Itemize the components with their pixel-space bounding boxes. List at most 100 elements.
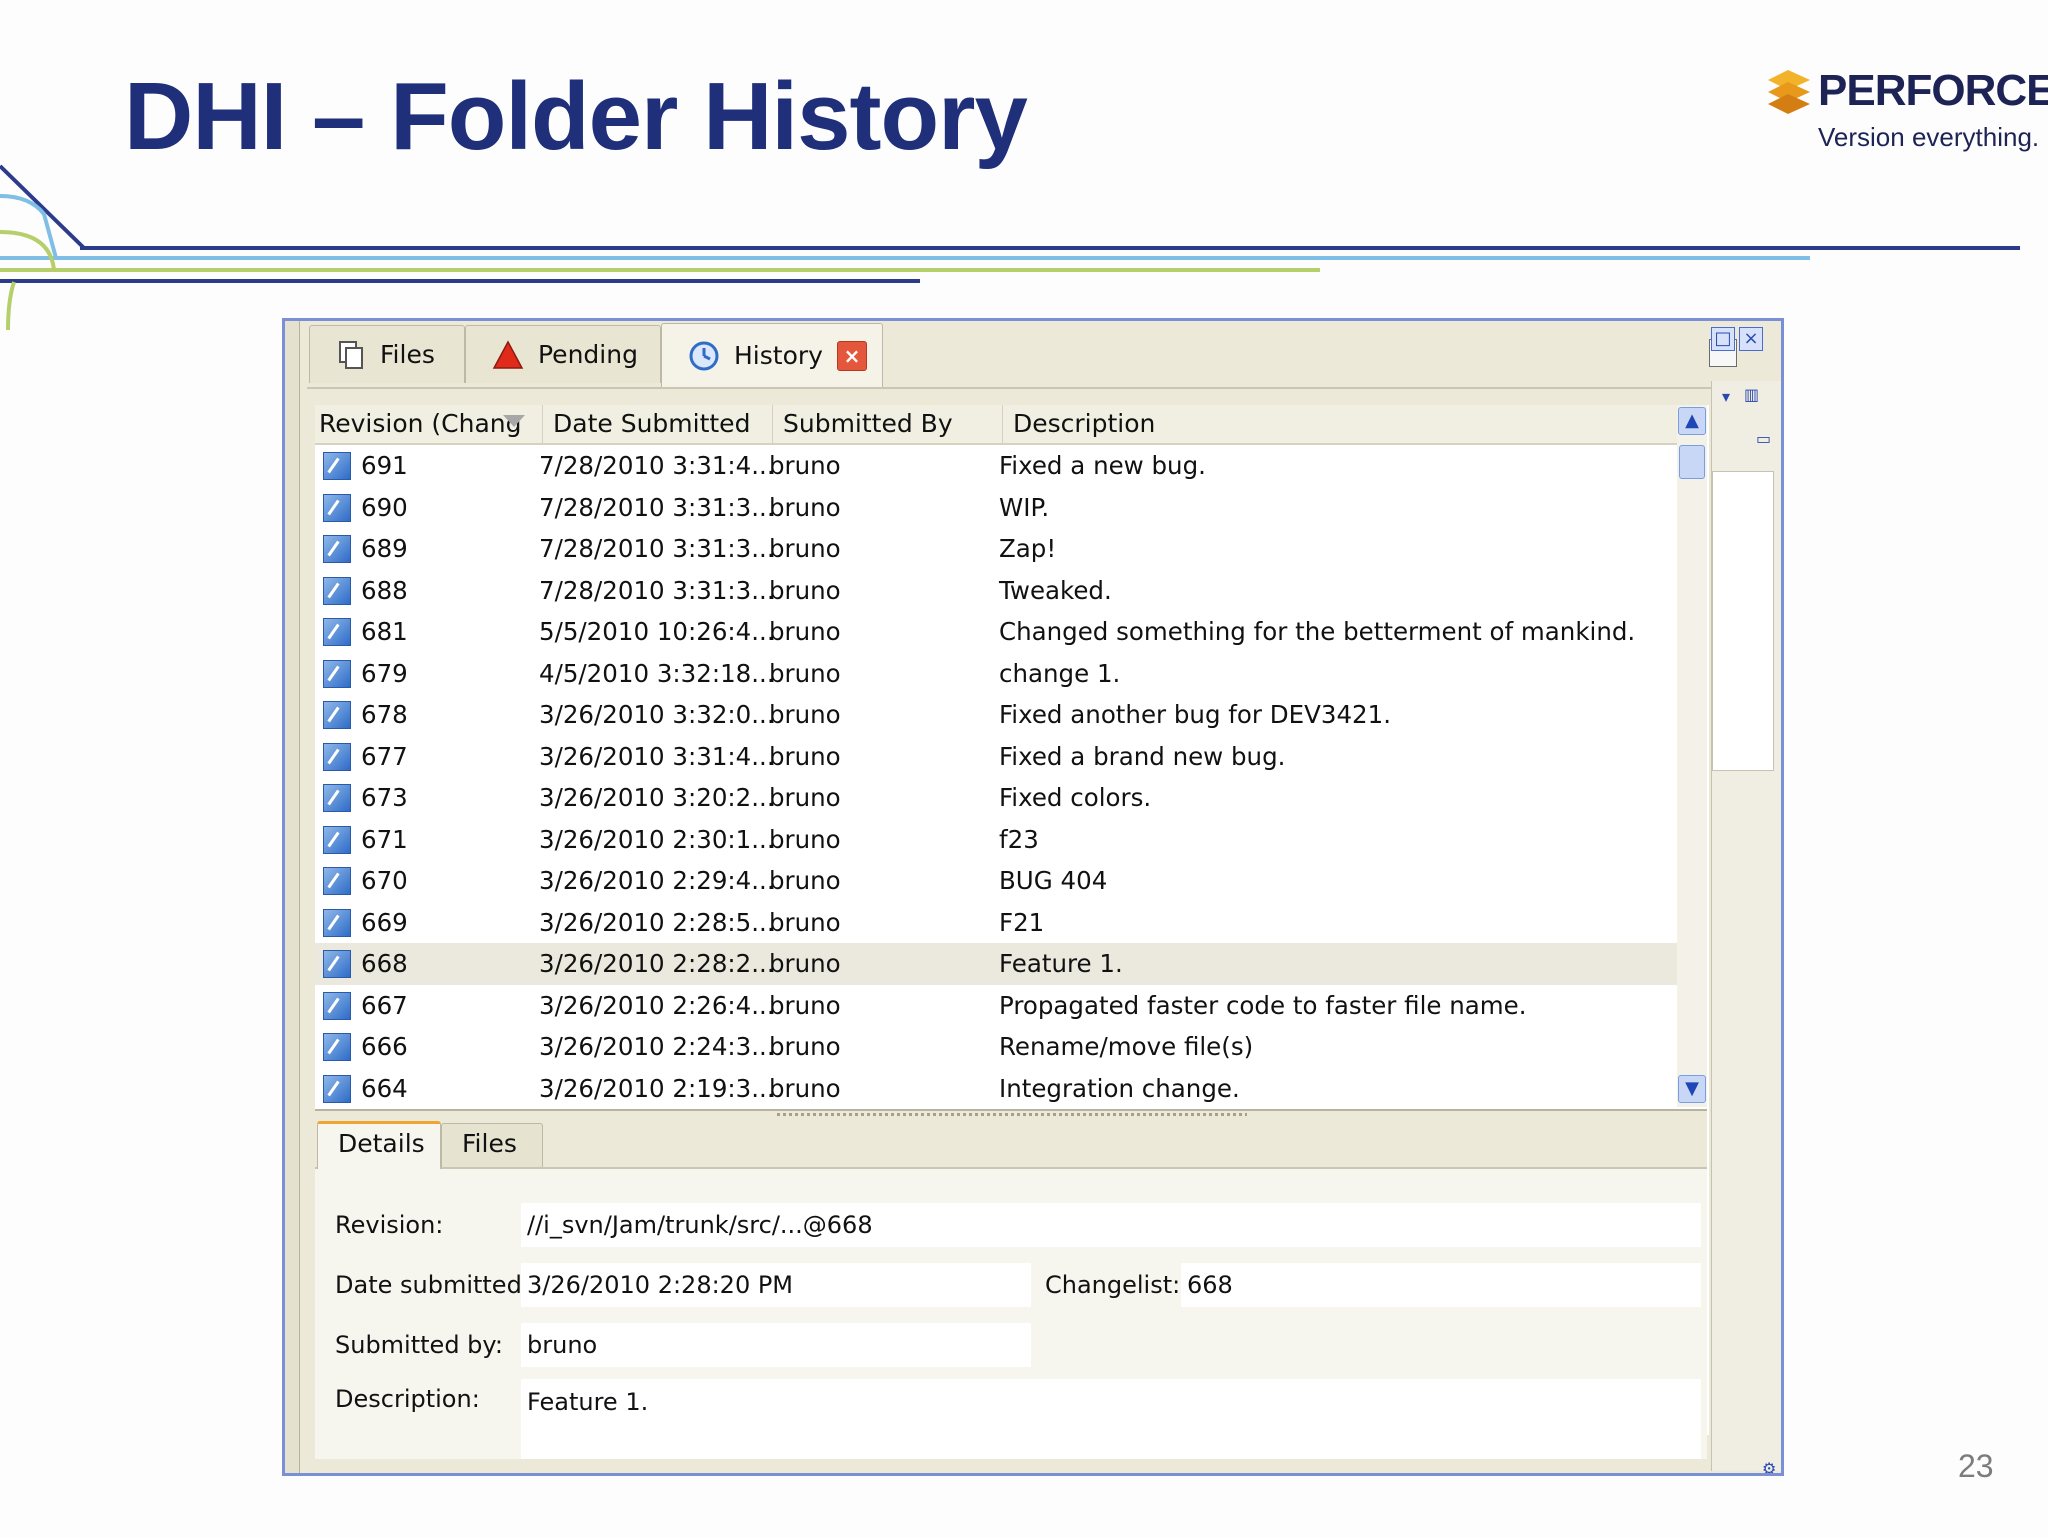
changelist-icon [323, 659, 351, 688]
table-row[interactable]: 679 4/5/2010 3:32:18... bruno change 1. [315, 653, 1677, 695]
description-cell: Feature 1. [999, 949, 1123, 978]
window-controls: □ × [1711, 327, 1763, 351]
revision-cell: 681 [361, 617, 408, 646]
changelist-icon [323, 950, 351, 978]
description-cell: BUG 404 [999, 866, 1108, 895]
date-cell: 3/26/2010 2:29:4... [539, 866, 775, 895]
pane-splitter[interactable] [315, 1109, 1707, 1119]
changelist-icon [323, 493, 351, 522]
panel-icon[interactable]: ▭ [1756, 429, 1771, 448]
submitted-by-cell: bruno [769, 949, 841, 978]
close-icon[interactable]: × [836, 340, 867, 371]
column-description[interactable]: Description [1003, 405, 1703, 443]
dropdown-arrow-icon[interactable]: ▾ [1722, 387, 1730, 406]
changelist-icon [323, 701, 351, 729]
description-value[interactable]: Feature 1. [521, 1379, 1701, 1459]
description-cell: Propagated faster code to faster file na… [999, 990, 1527, 1020]
scroll-up-icon[interactable]: ▲ [1678, 407, 1706, 435]
changelist-icon [323, 825, 351, 854]
table-row[interactable]: 673 3/26/2010 3:20:2... bruno Fixed colors. [315, 777, 1677, 819]
revision-cell: 671 [361, 824, 408, 854]
files-icon [339, 340, 363, 369]
column-date-submitted[interactable]: Date Submitted [543, 405, 773, 443]
table-row[interactable]: 677 3/26/2010 3:31:4... bruno Fixed a brand… [315, 736, 1677, 778]
submitted-by-cell: bruno [769, 492, 841, 522]
date-cell: 3/26/2010 2:28:2... [539, 949, 775, 978]
tab-pending-label: Pending [538, 340, 638, 369]
revision-label: Revision: [335, 1211, 444, 1239]
submitted-by-cell: bruno [769, 783, 841, 812]
changelist-icon [323, 1033, 351, 1061]
changelist-icon [323, 742, 351, 771]
revision-cell: 670 [361, 866, 408, 895]
left-dock-strip [285, 321, 300, 1473]
revision-cell: 669 [361, 907, 408, 937]
description-cell: Fixed colors. [999, 783, 1152, 812]
submitted-by-cell: bruno [769, 824, 841, 854]
date-cell: 3/26/2010 2:30:1... [539, 824, 775, 854]
table-row[interactable]: 667 3/26/2010 2:26:4... bruno Propagated fa… [315, 985, 1677, 1027]
description-cell: WIP. [999, 492, 1050, 522]
submitted-by-cell: bruno [769, 866, 841, 895]
restore-icon[interactable]: □ [1711, 327, 1735, 351]
tab-pending[interactable]: Pending [465, 325, 661, 383]
revision-cell: 667 [361, 990, 408, 1020]
table-row[interactable]: 688 7/28/2010 3:31:3... bruno Tweaked. [315, 570, 1677, 612]
splitter-grip[interactable] [777, 1113, 1247, 1116]
date-cell: 3/26/2010 3:20:2... [539, 783, 775, 812]
date-submitted-value[interactable]: 3/26/2010 2:28:20 PM [521, 1263, 1031, 1307]
submitted-by-cell: bruno [769, 1032, 841, 1061]
logo-name: PERFORCE [1818, 66, 2048, 115]
table-rows: 691 7/28/2010 3:31:4... bruno Fixed a new b… [315, 445, 1677, 1109]
revision-cell: 666 [361, 1032, 408, 1061]
scroll-down-icon[interactable]: ▼ [1678, 1075, 1706, 1103]
tab-history[interactable]: History × [661, 323, 883, 387]
table-row[interactable]: 691 7/28/2010 3:31:4... bruno Fixed a new b… [315, 445, 1677, 487]
description-cell: Fixed another bug for DEV3421. [999, 700, 1392, 729]
logo-tagline: Version everything. [1818, 122, 2040, 152]
revision-cell: 679 [361, 658, 408, 688]
tab-files-label: Files [380, 340, 435, 369]
description-cell: Fixed a new bug. [999, 451, 1206, 480]
tab-details[interactable]: Details [317, 1121, 441, 1169]
p4v-window: Files Pending History × □ × Revision (Ch… [282, 318, 1784, 1476]
date-cell: 3/26/2010 2:24:3... [539, 1032, 775, 1061]
column-submitted-by[interactable]: Submitted By [773, 405, 1003, 443]
date-cell: 3/26/2010 2:19:3... [539, 1073, 775, 1103]
submitted-by-value[interactable]: bruno [521, 1323, 1031, 1367]
table-row[interactable]: 666 3/26/2010 2:24:3... bruno Rename/move f… [315, 1026, 1677, 1068]
tab-files[interactable]: Files [309, 325, 465, 383]
table-row[interactable]: 681 5/5/2010 10:26:4... bruno Changed somet… [315, 611, 1677, 653]
tab-history-label: History [734, 341, 823, 370]
submitted-by-cell: bruno [769, 617, 841, 646]
changelist-icon [323, 1074, 351, 1103]
table-row[interactable]: 668 3/26/2010 2:28:2... bruno Feature 1. [315, 943, 1677, 985]
slide-title: DHI – Folder History [124, 63, 1028, 170]
revision-value[interactable]: //i_svn/Jam/trunk/src/...@668 [521, 1203, 1701, 1247]
table-row[interactable]: 678 3/26/2010 3:32:0... bruno Fixed another… [315, 694, 1677, 736]
submitted-by-cell: bruno [769, 658, 841, 688]
revision-cell: 691 [361, 451, 408, 480]
bookmark-icon[interactable]: ▥ [1744, 385, 1759, 404]
vertical-scrollbar[interactable]: ▲ ▼ [1677, 405, 1707, 1107]
side-panel-upper [1712, 471, 1774, 771]
table-row[interactable]: 671 3/26/2010 2:30:1... bruno f23 [315, 819, 1677, 861]
table-row[interactable]: 690 7/28/2010 3:31:3... bruno WIP. [315, 487, 1677, 529]
table-row[interactable]: 664 3/26/2010 2:19:3... bruno Integration c… [315, 1068, 1677, 1110]
tab-details-files[interactable]: Files [441, 1123, 543, 1167]
history-clock-icon [689, 341, 719, 370]
description-cell: Tweaked. [999, 575, 1112, 605]
scroll-thumb[interactable] [1679, 445, 1705, 479]
settings-icon[interactable]: ⚙ [1762, 1459, 1776, 1473]
warning-icon [492, 339, 524, 369]
date-submitted-label: Date submitted: [335, 1271, 530, 1299]
submitted-by-cell: bruno [769, 1073, 841, 1103]
table-row[interactable]: 689 7/28/2010 3:31:3... bruno Zap! [315, 528, 1677, 570]
main-tab-bar: Files Pending History × [307, 321, 1737, 389]
changelist-icon [323, 867, 351, 895]
changelist-value[interactable]: 668 [1181, 1263, 1701, 1307]
table-row[interactable]: 669 3/26/2010 2:28:5... bruno F21 [315, 902, 1677, 944]
table-row[interactable]: 670 3/26/2010 2:29:4... bruno BUG 404 [315, 860, 1677, 902]
window-close-icon[interactable]: × [1739, 327, 1763, 351]
changelist-icon [323, 908, 351, 937]
